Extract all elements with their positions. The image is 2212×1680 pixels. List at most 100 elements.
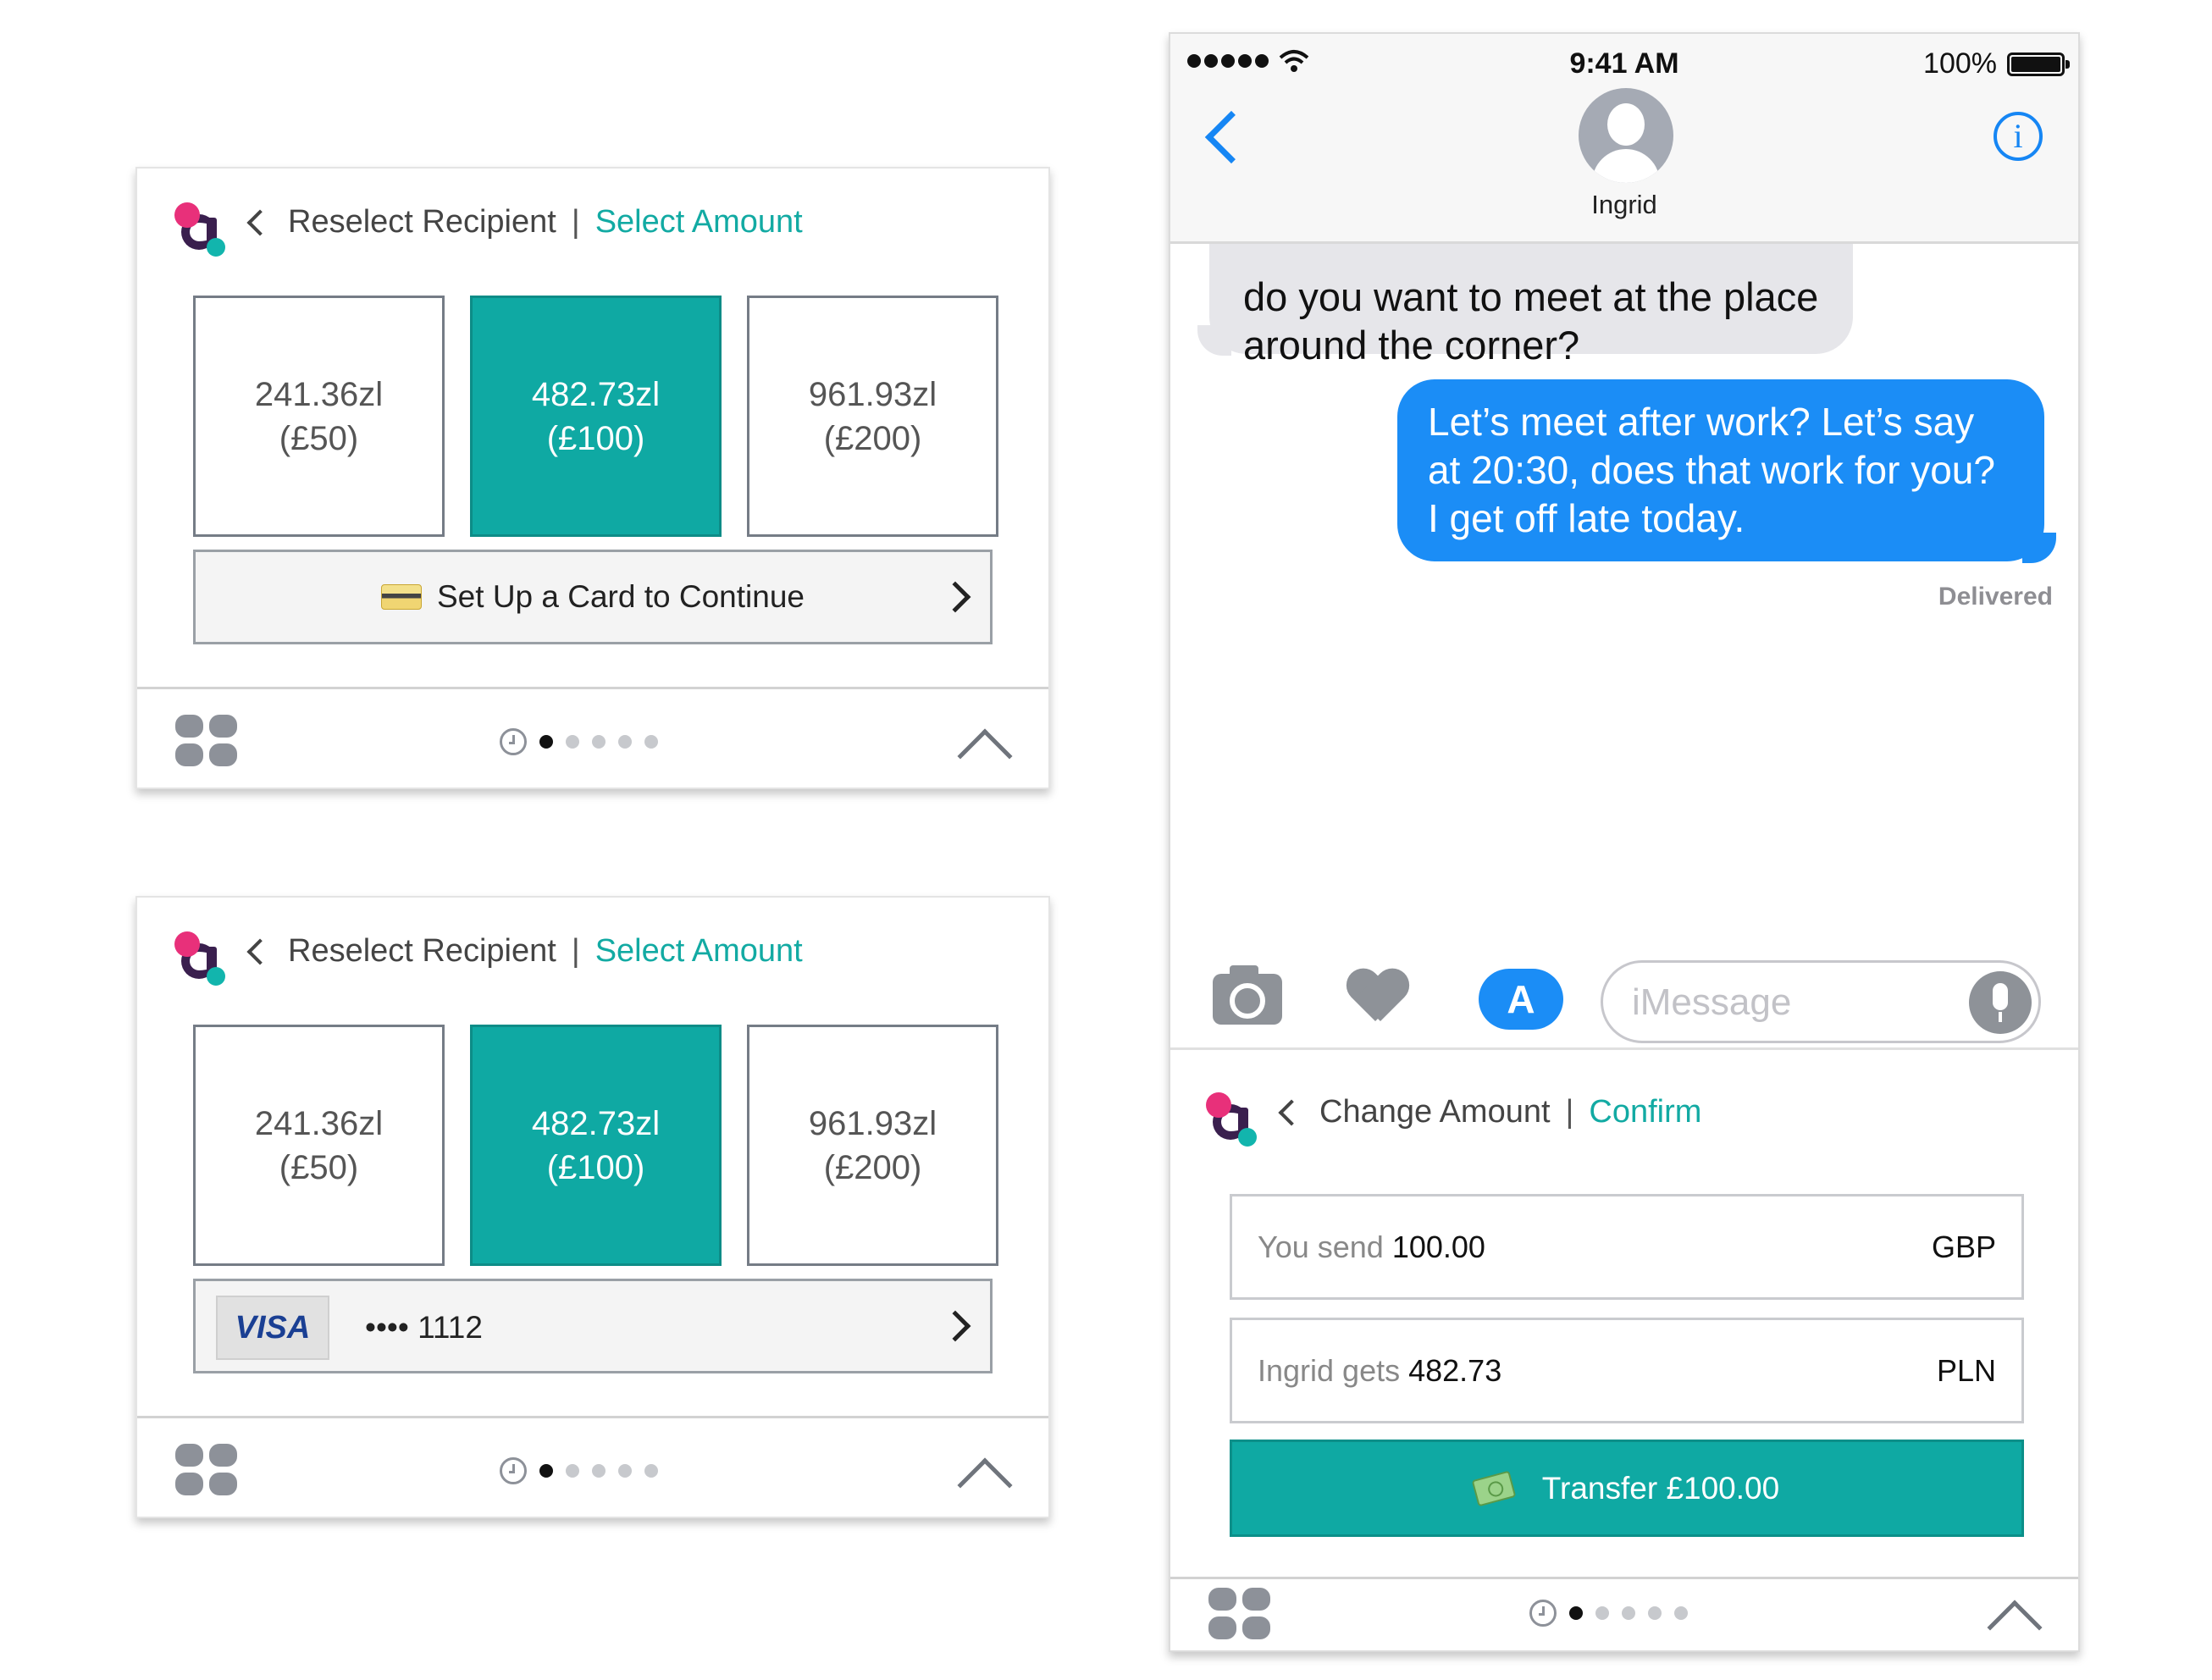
delivery-status: Delivered	[1938, 583, 2053, 611]
microphone-icon[interactable]	[1969, 971, 2032, 1034]
amount-pln: 961.93zl	[808, 375, 937, 413]
amount-options: 241.36zl (£50) 482.73zl (£100) 961.93zl …	[193, 296, 998, 537]
transfer-widget-card-selected: Reselect Recipient | Select Amount 241.3…	[135, 896, 1050, 1518]
expand-chevron-up-icon[interactable]	[1987, 1600, 2043, 1650]
page-dot[interactable]	[592, 1464, 606, 1478]
page-dot[interactable]	[566, 1464, 579, 1478]
page-dot[interactable]	[644, 1464, 658, 1478]
drawer-footer	[137, 1418, 1048, 1520]
set-up-card-label: Set Up a Card to Continue	[437, 579, 805, 614]
current-step-label: Select Amount	[594, 204, 803, 240]
breadcrumb: Reselect Recipient | Select Amount	[244, 204, 803, 240]
amount-option-200[interactable]: 961.93zl (£200)	[747, 1025, 998, 1266]
breadcrumb: Reselect Recipient | Select Amount	[244, 933, 803, 970]
page-dot[interactable]	[618, 735, 632, 749]
payment-card-selector[interactable]: VISA •••• 1112	[193, 1279, 993, 1373]
page-dot[interactable]	[644, 735, 658, 749]
app-store-icon[interactable]: A	[1479, 969, 1563, 1030]
receive-label: Ingrid gets	[1258, 1352, 1401, 1388]
amount-gbp: (£200)	[823, 419, 922, 457]
page-dot[interactable]	[618, 1464, 632, 1478]
recents-clock-icon[interactable]	[1529, 1600, 1557, 1627]
change-amount-link[interactable]: Change Amount	[1319, 1094, 1551, 1130]
battery-icon	[2007, 52, 2070, 76]
digital-touch-heart-icon[interactable]	[1347, 970, 1409, 1030]
send-amount-field[interactable]: You send 100.00 GBP	[1230, 1194, 2024, 1300]
battery-percent: 100%	[1923, 47, 1997, 80]
chevron-right-icon	[939, 1310, 971, 1342]
app-logo	[1206, 1092, 1258, 1147]
transfer-extension: Change Amount | Confirm You send 100.00 …	[1170, 1050, 2078, 1650]
card-number: •••• 1112	[365, 1310, 483, 1345]
page-indicator	[500, 728, 658, 755]
amount-gbp: (£100)	[546, 1148, 645, 1186]
app-drawer-grid-icon[interactable]	[1208, 1588, 1271, 1640]
page-indicator	[1529, 1600, 1688, 1627]
chevron-left-icon[interactable]	[246, 937, 274, 965]
amount-gbp: (£50)	[279, 419, 359, 457]
chevron-left-icon[interactable]	[246, 208, 274, 236]
amount-option-50[interactable]: 241.36zl (£50)	[193, 296, 445, 537]
page-dot[interactable]	[1595, 1606, 1609, 1620]
amount-options: 241.36zl (£50) 482.73zl (£100) 961.93zl …	[193, 1025, 998, 1266]
page-dot[interactable]	[1622, 1606, 1635, 1620]
status-bar: 9:41 AM 100%	[1170, 42, 2078, 85]
reselect-recipient-link[interactable]: Reselect Recipient	[288, 204, 556, 240]
transfer-button[interactable]: Transfer £100.00	[1230, 1440, 2024, 1537]
contact-avatar[interactable]	[1579, 88, 1673, 183]
amount-option-100[interactable]: 482.73zl (£100)	[470, 1025, 722, 1266]
page-dot[interactable]	[1648, 1606, 1662, 1620]
set-up-card-button[interactable]: Set Up a Card to Continue	[193, 550, 993, 644]
amount-option-50[interactable]: 241.36zl (£50)	[193, 1025, 445, 1266]
send-currency: GBP	[1931, 1229, 1996, 1264]
page-dot[interactable]	[1569, 1606, 1583, 1620]
send-label: You send	[1258, 1229, 1384, 1264]
credit-card-icon	[381, 584, 422, 610]
breadcrumb-separator: |	[571, 204, 580, 240]
outgoing-message-text: Let’s meet after work? Let’s say at 20:3…	[1428, 400, 1995, 540]
amount-option-200[interactable]: 961.93zl (£200)	[747, 296, 998, 537]
app-logo	[174, 202, 227, 257]
send-value[interactable]: 100.00	[1392, 1230, 1485, 1265]
amount-gbp: (£200)	[823, 1148, 922, 1186]
visa-logo: VISA	[216, 1296, 329, 1360]
expand-chevron-up-icon[interactable]	[957, 728, 1013, 784]
chevron-right-icon	[939, 581, 971, 613]
page-indicator	[500, 1457, 658, 1484]
amount-pln: 241.36zl	[254, 1104, 384, 1142]
back-chevron-icon[interactable]	[1204, 110, 1258, 164]
recents-clock-icon[interactable]	[500, 728, 527, 755]
breadcrumb-separator: |	[571, 933, 580, 969]
drawer-footer	[137, 689, 1048, 791]
app-logo	[174, 931, 227, 986]
message-composer: A	[1170, 931, 2078, 1050]
contact-name[interactable]: Ingrid	[1170, 190, 2078, 220]
amount-pln: 241.36zl	[254, 375, 384, 413]
page-dot[interactable]	[539, 1464, 553, 1478]
receive-currency: PLN	[1936, 1352, 1996, 1388]
conversation-header: 9:41 AM 100% Ingrid i	[1170, 34, 2078, 244]
money-icon	[1471, 1470, 1517, 1506]
receive-value[interactable]: 482.73	[1408, 1353, 1501, 1389]
page-dot[interactable]	[566, 735, 579, 749]
info-icon[interactable]: i	[1994, 112, 2043, 161]
outgoing-message-bubble: Let’s meet after work? Let’s say at 20:3…	[1397, 379, 2056, 563]
page-dot[interactable]	[539, 735, 553, 749]
recents-clock-icon[interactable]	[500, 1457, 527, 1484]
imessage-input[interactable]	[1632, 980, 1954, 1025]
camera-icon[interactable]	[1213, 965, 1282, 1025]
imessage-screen: do you want to meet at the place around …	[1169, 32, 2080, 1652]
page-dot[interactable]	[592, 735, 606, 749]
amount-pln: 482.73zl	[531, 1104, 661, 1142]
receive-amount-field[interactable]: Ingrid gets 482.73 PLN	[1230, 1318, 2024, 1423]
drawer-footer	[1170, 1579, 2078, 1650]
chevron-left-icon[interactable]	[1278, 1098, 1305, 1126]
imessage-field[interactable]	[1601, 960, 2041, 1043]
current-step-label: Confirm	[1589, 1094, 1702, 1130]
expand-chevron-up-icon[interactable]	[957, 1457, 1013, 1513]
app-drawer-grid-icon[interactable]	[175, 1444, 238, 1496]
app-drawer-grid-icon[interactable]	[175, 715, 238, 767]
amount-option-100[interactable]: 482.73zl (£100)	[470, 296, 722, 537]
reselect-recipient-link[interactable]: Reselect Recipient	[288, 933, 556, 970]
page-dot[interactable]	[1674, 1606, 1688, 1620]
